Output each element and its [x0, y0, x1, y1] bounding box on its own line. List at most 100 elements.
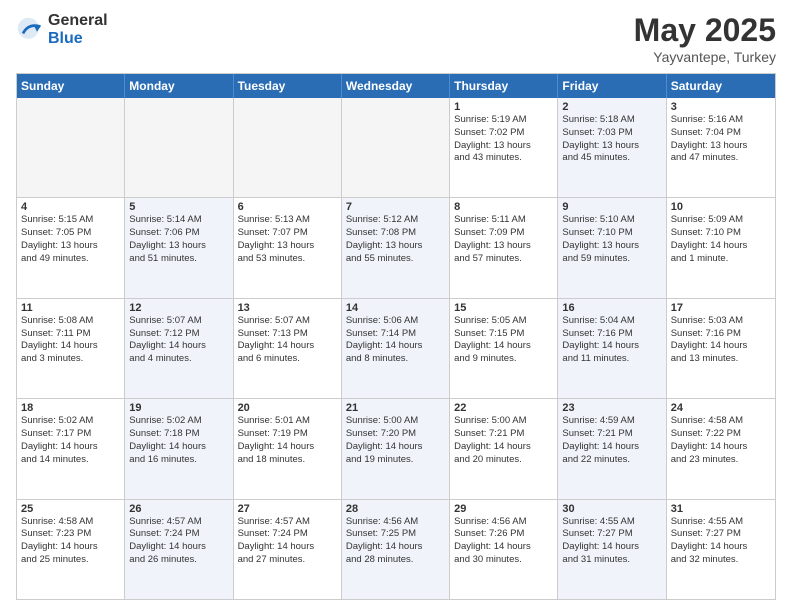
- day-number: 8: [454, 201, 553, 213]
- day-header-saturday: Saturday: [667, 74, 775, 98]
- location: Yayvantepe, Turkey: [634, 49, 776, 65]
- cell-3: 3Sunrise: 5:16 AMSunset: 7:04 PMDaylight…: [667, 98, 775, 197]
- cell-9: 9Sunrise: 5:10 AMSunset: 7:10 PMDaylight…: [558, 198, 666, 297]
- cell-text: Sunrise: 4:57 AMSunset: 7:24 PMDaylight:…: [129, 516, 228, 567]
- cell-text: Sunrise: 5:05 AMSunset: 7:15 PMDaylight:…: [454, 315, 553, 366]
- day-number: 3: [671, 101, 771, 113]
- cell-text: Sunrise: 5:13 AMSunset: 7:07 PMDaylight:…: [238, 214, 337, 265]
- day-number: 21: [346, 402, 445, 414]
- day-number: 15: [454, 302, 553, 314]
- day-number: 11: [21, 302, 120, 314]
- day-number: 10: [671, 201, 771, 213]
- cell-13: 13Sunrise: 5:07 AMSunset: 7:13 PMDayligh…: [234, 299, 342, 398]
- cell-text: Sunrise: 5:08 AMSunset: 7:11 PMDaylight:…: [21, 315, 120, 366]
- cell-empty-3: [342, 98, 450, 197]
- cell-text: Sunrise: 5:03 AMSunset: 7:16 PMDaylight:…: [671, 315, 771, 366]
- day-number: 20: [238, 402, 337, 414]
- cell-1: 1Sunrise: 5:19 AMSunset: 7:02 PMDaylight…: [450, 98, 558, 197]
- cell-20: 20Sunrise: 5:01 AMSunset: 7:19 PMDayligh…: [234, 399, 342, 498]
- cell-text: Sunrise: 4:59 AMSunset: 7:21 PMDaylight:…: [562, 415, 661, 466]
- cell-21: 21Sunrise: 5:00 AMSunset: 7:20 PMDayligh…: [342, 399, 450, 498]
- logo: General Blue: [16, 12, 108, 47]
- cell-text: Sunrise: 5:02 AMSunset: 7:18 PMDaylight:…: [129, 415, 228, 466]
- cell-text: Sunrise: 4:56 AMSunset: 7:25 PMDaylight:…: [346, 516, 445, 567]
- day-number: 9: [562, 201, 661, 213]
- cell-30: 30Sunrise: 4:55 AMSunset: 7:27 PMDayligh…: [558, 500, 666, 599]
- cell-text: Sunrise: 4:58 AMSunset: 7:23 PMDaylight:…: [21, 516, 120, 567]
- calendar-row-0: 1Sunrise: 5:19 AMSunset: 7:02 PMDaylight…: [17, 98, 775, 198]
- calendar-row-4: 25Sunrise: 4:58 AMSunset: 7:23 PMDayligh…: [17, 500, 775, 599]
- day-number: 2: [562, 101, 661, 113]
- cell-27: 27Sunrise: 4:57 AMSunset: 7:24 PMDayligh…: [234, 500, 342, 599]
- cell-text: Sunrise: 5:15 AMSunset: 7:05 PMDaylight:…: [21, 214, 120, 265]
- cell-text: Sunrise: 5:00 AMSunset: 7:20 PMDaylight:…: [346, 415, 445, 466]
- page: General Blue May 2025 Yayvantepe, Turkey…: [0, 0, 792, 612]
- cell-12: 12Sunrise: 5:07 AMSunset: 7:12 PMDayligh…: [125, 299, 233, 398]
- cell-text: Sunrise: 5:06 AMSunset: 7:14 PMDaylight:…: [346, 315, 445, 366]
- cell-text: Sunrise: 5:07 AMSunset: 7:13 PMDaylight:…: [238, 315, 337, 366]
- cell-text: Sunrise: 5:01 AMSunset: 7:19 PMDaylight:…: [238, 415, 337, 466]
- day-number: 29: [454, 503, 553, 515]
- day-header-tuesday: Tuesday: [234, 74, 342, 98]
- cell-8: 8Sunrise: 5:11 AMSunset: 7:09 PMDaylight…: [450, 198, 558, 297]
- cell-text: Sunrise: 5:02 AMSunset: 7:17 PMDaylight:…: [21, 415, 120, 466]
- cell-18: 18Sunrise: 5:02 AMSunset: 7:17 PMDayligh…: [17, 399, 125, 498]
- cell-empty-0: [17, 98, 125, 197]
- cell-text: Sunrise: 5:16 AMSunset: 7:04 PMDaylight:…: [671, 114, 771, 165]
- day-number: 27: [238, 503, 337, 515]
- cell-19: 19Sunrise: 5:02 AMSunset: 7:18 PMDayligh…: [125, 399, 233, 498]
- cell-29: 29Sunrise: 4:56 AMSunset: 7:26 PMDayligh…: [450, 500, 558, 599]
- day-headers: SundayMondayTuesdayWednesdayThursdayFrid…: [17, 74, 775, 98]
- calendar-row-2: 11Sunrise: 5:08 AMSunset: 7:11 PMDayligh…: [17, 299, 775, 399]
- header: General Blue May 2025 Yayvantepe, Turkey: [16, 12, 776, 65]
- calendar-body: 1Sunrise: 5:19 AMSunset: 7:02 PMDaylight…: [17, 98, 775, 599]
- day-header-friday: Friday: [558, 74, 666, 98]
- cell-text: Sunrise: 4:58 AMSunset: 7:22 PMDaylight:…: [671, 415, 771, 466]
- cell-empty-2: [234, 98, 342, 197]
- cell-text: Sunrise: 5:12 AMSunset: 7:08 PMDaylight:…: [346, 214, 445, 265]
- logo-icon: [16, 16, 44, 44]
- cell-23: 23Sunrise: 4:59 AMSunset: 7:21 PMDayligh…: [558, 399, 666, 498]
- day-number: 22: [454, 402, 553, 414]
- day-number: 19: [129, 402, 228, 414]
- day-number: 5: [129, 201, 228, 213]
- cell-14: 14Sunrise: 5:06 AMSunset: 7:14 PMDayligh…: [342, 299, 450, 398]
- day-header-monday: Monday: [125, 74, 233, 98]
- day-number: 28: [346, 503, 445, 515]
- cell-text: Sunrise: 4:55 AMSunset: 7:27 PMDaylight:…: [671, 516, 771, 567]
- logo-text: General Blue: [48, 12, 108, 47]
- day-number: 14: [346, 302, 445, 314]
- logo-general-text: General: [48, 12, 108, 30]
- cell-text: Sunrise: 5:11 AMSunset: 7:09 PMDaylight:…: [454, 214, 553, 265]
- day-number: 16: [562, 302, 661, 314]
- cell-text: Sunrise: 5:07 AMSunset: 7:12 PMDaylight:…: [129, 315, 228, 366]
- cell-24: 24Sunrise: 4:58 AMSunset: 7:22 PMDayligh…: [667, 399, 775, 498]
- cell-16: 16Sunrise: 5:04 AMSunset: 7:16 PMDayligh…: [558, 299, 666, 398]
- cell-text: Sunrise: 4:55 AMSunset: 7:27 PMDaylight:…: [562, 516, 661, 567]
- day-header-sunday: Sunday: [17, 74, 125, 98]
- cell-text: Sunrise: 5:10 AMSunset: 7:10 PMDaylight:…: [562, 214, 661, 265]
- day-number: 12: [129, 302, 228, 314]
- cell-28: 28Sunrise: 4:56 AMSunset: 7:25 PMDayligh…: [342, 500, 450, 599]
- cell-6: 6Sunrise: 5:13 AMSunset: 7:07 PMDaylight…: [234, 198, 342, 297]
- cell-text: Sunrise: 5:04 AMSunset: 7:16 PMDaylight:…: [562, 315, 661, 366]
- title-section: May 2025 Yayvantepe, Turkey: [634, 12, 776, 65]
- cell-text: Sunrise: 5:14 AMSunset: 7:06 PMDaylight:…: [129, 214, 228, 265]
- day-number: 30: [562, 503, 661, 515]
- day-number: 18: [21, 402, 120, 414]
- logo-blue-text: Blue: [48, 30, 108, 48]
- day-header-wednesday: Wednesday: [342, 74, 450, 98]
- day-number: 17: [671, 302, 771, 314]
- cell-text: Sunrise: 4:56 AMSunset: 7:26 PMDaylight:…: [454, 516, 553, 567]
- cell-empty-1: [125, 98, 233, 197]
- calendar-row-1: 4Sunrise: 5:15 AMSunset: 7:05 PMDaylight…: [17, 198, 775, 298]
- day-number: 31: [671, 503, 771, 515]
- day-number: 6: [238, 201, 337, 213]
- cell-text: Sunrise: 5:00 AMSunset: 7:21 PMDaylight:…: [454, 415, 553, 466]
- cell-text: Sunrise: 4:57 AMSunset: 7:24 PMDaylight:…: [238, 516, 337, 567]
- cell-text: Sunrise: 5:19 AMSunset: 7:02 PMDaylight:…: [454, 114, 553, 165]
- cell-25: 25Sunrise: 4:58 AMSunset: 7:23 PMDayligh…: [17, 500, 125, 599]
- cell-2: 2Sunrise: 5:18 AMSunset: 7:03 PMDaylight…: [558, 98, 666, 197]
- day-number: 23: [562, 402, 661, 414]
- cell-15: 15Sunrise: 5:05 AMSunset: 7:15 PMDayligh…: [450, 299, 558, 398]
